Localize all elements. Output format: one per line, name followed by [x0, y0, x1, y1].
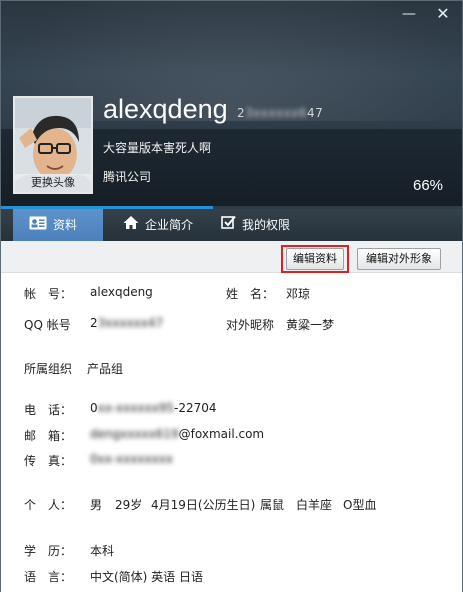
profile-header: — ✕ 更换头像 alexqdeng 23xxxxxx647 大容量版本害死人啊…	[1, 1, 462, 209]
tab-company-intro[interactable]: 企业简介	[113, 209, 208, 241]
name-value: 邓琼	[286, 287, 311, 301]
qq-number-blurred: 3xxxxxx6	[245, 106, 308, 120]
gender-value: 男	[90, 498, 103, 512]
phone-prefix: 0	[90, 401, 98, 415]
org-value: 产品组	[87, 362, 124, 376]
fax-label: 传 真：	[24, 454, 73, 468]
org-label: 所属组织	[24, 362, 73, 376]
close-icon[interactable]: ✕	[431, 4, 455, 24]
phone-suffix: -22704	[174, 401, 217, 415]
language-label: 语 言：	[24, 570, 73, 584]
language-value: 中文(简体) 英语 日语	[90, 570, 203, 584]
tab-my-permissions[interactable]: 我的权限	[211, 209, 311, 241]
profile-completion: 66%	[413, 177, 444, 194]
account-value: alexqdeng	[90, 285, 153, 299]
signature[interactable]: 大容量版本害死人啊	[103, 139, 211, 156]
tab-my-permissions-label: 我的权限	[242, 218, 291, 232]
education-label: 学 历：	[24, 544, 73, 558]
tab-profile-label: 资料	[53, 218, 78, 232]
email-label: 邮 箱：	[24, 429, 73, 443]
qq-number: 23xxxxxx647	[237, 106, 323, 120]
checkbox-icon	[221, 210, 236, 242]
email-value[interactable]: dengxxxxx619@foxmail.com	[90, 427, 264, 441]
profile-window: — ✕ 更换头像 alexqdeng 23xxxxxx647 大容量版本害死人啊…	[0, 0, 463, 592]
home-icon	[123, 210, 139, 242]
toolbar: 编辑资料 编辑对外形象	[1, 241, 462, 273]
email-suffix: @foxmail.com	[178, 427, 265, 441]
change-avatar-button[interactable]: 更换头像	[15, 174, 91, 192]
name-label: 姓 名：	[226, 287, 275, 301]
account-label: 帐 号：	[24, 287, 73, 301]
age-value: 29岁	[115, 498, 143, 512]
avatar[interactable]: 更换头像	[13, 96, 93, 194]
zodiac-value: 属鼠	[260, 498, 285, 512]
tab-bar: 资料 企业简介 我的权限	[1, 209, 462, 241]
email-blurred: dengxxxxx619	[90, 427, 179, 441]
edit-public-image-button[interactable]: 编辑对外形象	[357, 248, 441, 270]
profile-card-icon	[29, 210, 47, 242]
company-name: 腾讯公司	[103, 170, 152, 184]
birthday-value: 4月19日(公历生日)	[151, 498, 256, 512]
phone-label: 电 话：	[24, 403, 73, 417]
education-value: 本科	[90, 544, 115, 558]
star-sign-value: 白羊座	[296, 498, 333, 512]
nickname-value: 黄粱一梦	[286, 318, 335, 332]
username: alexqdeng	[103, 94, 228, 124]
qq-value-prefix: 2	[90, 316, 98, 330]
fax-value: 0xx-xxxxxxxx	[90, 452, 173, 466]
edit-button-highlight	[281, 245, 349, 273]
tab-company-intro-label: 企业简介	[145, 218, 194, 232]
personal-label: 个 人：	[24, 498, 73, 512]
phone-value: 0xx-xxxxxx95-22704	[90, 401, 217, 415]
qq-label: QQ 帐号	[24, 318, 71, 332]
tab-profile[interactable]: 资料	[13, 209, 103, 241]
qq-value: 23xxxxxx47	[90, 316, 163, 330]
qq-number-suffix: 47	[307, 106, 324, 120]
phone-blurred: xx-xxxxxx95	[97, 401, 175, 415]
minimize-icon[interactable]: —	[397, 4, 421, 24]
qq-value-blurred: 3xxxxxx47	[97, 316, 164, 330]
blood-type-value: O型血	[343, 498, 377, 512]
qq-number-prefix: 2	[237, 106, 246, 120]
nickname-label: 对外昵称	[226, 318, 275, 332]
profile-details: 帐 号： alexqdeng 姓 名： 邓琼 QQ 帐号 23xxxxxx47 …	[1, 274, 462, 592]
